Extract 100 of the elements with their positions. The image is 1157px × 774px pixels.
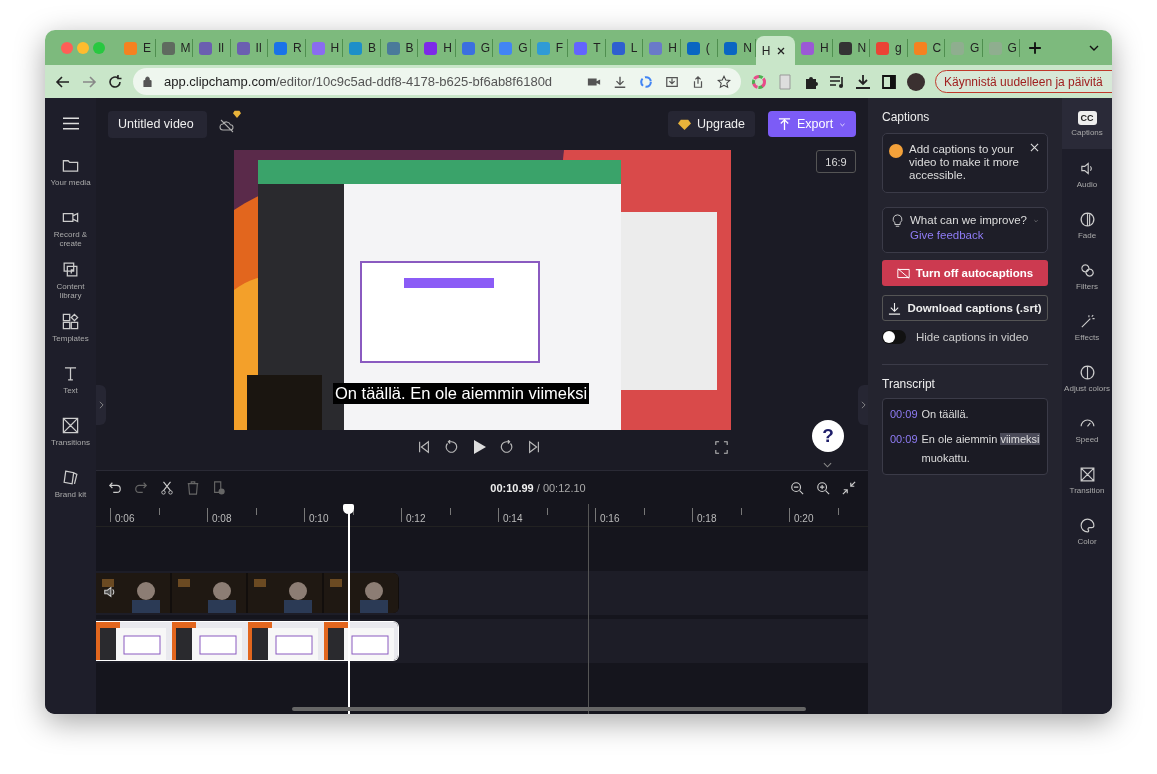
play-icon[interactable] [471,439,487,455]
side-panel-icon[interactable] [881,73,897,90]
sidebar-item[interactable]: Record & create [45,208,96,260]
timestamp[interactable]: 00:09 [890,405,918,424]
sidebar-item[interactable]: Filters [1062,251,1112,302]
turn-off-autocaptions-button[interactable]: Turn off autocaptions [882,260,1048,286]
forward-icon[interactable] [81,73,97,90]
diamond-icon [678,117,692,131]
share-icon[interactable] [691,74,705,89]
redo-icon[interactable] [134,480,148,495]
fullscreen-icon[interactable] [715,440,728,454]
ruler-label: 0:06 [115,513,135,524]
ruler-label: 0:20 [794,513,814,524]
aspect-ratio-button[interactable]: 16:9 [816,150,856,173]
browser-tab[interactable]: ( [680,39,719,57]
sidebar-item[interactable]: Content library [45,260,96,312]
browser-tab[interactable]: Il [193,39,231,57]
browser-tab[interactable]: B [380,39,419,57]
install-app-icon[interactable] [665,74,679,89]
sidebar-item[interactable]: Speed [1062,404,1112,455]
browser-tab[interactable]: L [605,39,644,57]
templates-icon [61,312,80,331]
sidebar-item[interactable]: Effects [1062,302,1112,353]
browser-tab[interactable]: H [795,39,833,57]
close-icon[interactable] [776,45,787,56]
skip-back-icon[interactable] [417,440,431,454]
browser-tab[interactable]: G [455,39,494,57]
browser-tab[interactable]: H [305,39,344,57]
browser-tab[interactable]: H [418,39,456,57]
sidebar-item[interactable]: CC Captions [1062,98,1112,149]
new-tab-icon[interactable] [1028,40,1042,55]
feedback-link[interactable]: Give feedback [910,229,1027,241]
add-clip-icon[interactable] [212,480,226,495]
zoom-in-icon[interactable] [816,480,830,495]
transitions-icon [61,416,80,435]
star-icon[interactable] [717,74,731,89]
profile-avatar[interactable] [907,72,925,91]
upgrade-button[interactable]: Upgrade [668,111,755,137]
browser-tab[interactable]: G [945,39,983,57]
timestamp[interactable]: 00:09 [890,430,918,468]
filters-icon [1078,262,1096,279]
help-button[interactable]: ? [812,420,844,452]
speaker-icon[interactable] [103,585,117,599]
cloud-off-icon[interactable] [219,118,235,134]
sidebar-item[interactable]: Color [1062,506,1112,557]
browser-tab[interactable]: G [493,39,531,57]
download-icon[interactable] [855,73,871,90]
url-text: app.clipchamp.com/editor/10c9c5ad-ddf8-4178-b625-bf6ab8f6180d [164,74,553,89]
download-captions-button[interactable]: Download captions (.srt) [882,295,1048,321]
sidebar-item[interactable]: Text [45,364,96,416]
project-title-field[interactable]: Untitled video [108,110,207,138]
trash-icon[interactable] [186,480,200,495]
browser-tab[interactable]: E [118,39,156,57]
google-icon[interactable] [639,74,653,89]
browser-tab[interactable]: C [907,39,946,57]
sidebar-item[interactable]: Adjust colors [1062,353,1112,404]
address-bar[interactable]: app.clipchamp.com/editor/10c9c5ad-ddf8-4178-b625-bf6ab8f6180d [133,68,741,95]
transcript-line: En ole aiemmin viimeksi muokattu. [921,432,1040,466]
timecode: 00:10.99 / 00:12.10 [489,481,587,494]
export-button[interactable]: Export [768,111,856,137]
browser-tab[interactable]: g [870,39,908,57]
browser-tab[interactable]: B [343,39,381,57]
browser-tab[interactable]: H [755,36,796,65]
browser-tab[interactable]: N [832,39,871,57]
undo-icon[interactable] [108,480,122,495]
browser-tab[interactable]: N [718,39,756,57]
menu-icon[interactable] [62,117,79,130]
skip-forward-icon[interactable] [527,440,541,454]
scrollbar[interactable] [292,707,806,711]
playhead[interactable] [344,504,353,714]
playlist-icon[interactable] [829,73,845,90]
update-button[interactable]: Käynnistä uudelleen ja päivitä [935,70,1112,93]
caption-overlay: On täällä. En ole aiemmin viimeksi [333,383,590,404]
browser-tab[interactable]: M [155,39,194,57]
fast-forward-icon[interactable] [500,440,514,454]
browser-tab[interactable]: Il [230,39,269,57]
browser-tab[interactable]: F [530,39,569,57]
back-icon[interactable] [55,73,71,90]
sidebar-item[interactable]: Transitions [45,416,96,468]
chevron-down-icon[interactable] [823,462,832,468]
color-wheel-icon[interactable] [751,73,767,90]
chevron-right-icon [98,401,104,409]
scissors-icon[interactable] [160,480,174,495]
sidebar-item[interactable]: Your media [45,156,96,208]
download-icon[interactable] [613,74,627,89]
rewind-icon[interactable] [444,440,458,454]
ruler-label: 0:18 [697,513,717,524]
sidebar-item[interactable]: Brand kit [45,468,96,520]
toggle-switch[interactable] [882,330,906,344]
browser-tab[interactable]: T [568,39,606,57]
browser-tab[interactable]: R [268,39,306,57]
sidebar-item[interactable]: Fade [1062,200,1112,251]
sidebar-item[interactable]: Templates [45,312,96,364]
zoom-out-icon[interactable] [790,480,804,495]
browser-tab[interactable]: G [982,39,1021,57]
browser-tab[interactable]: H [643,39,681,57]
sidebar-item[interactable]: Transition [1062,455,1112,506]
sidebar-item[interactable]: Audio [1062,149,1112,200]
reload-icon[interactable] [107,73,123,90]
collapse-icon[interactable] [842,480,856,495]
